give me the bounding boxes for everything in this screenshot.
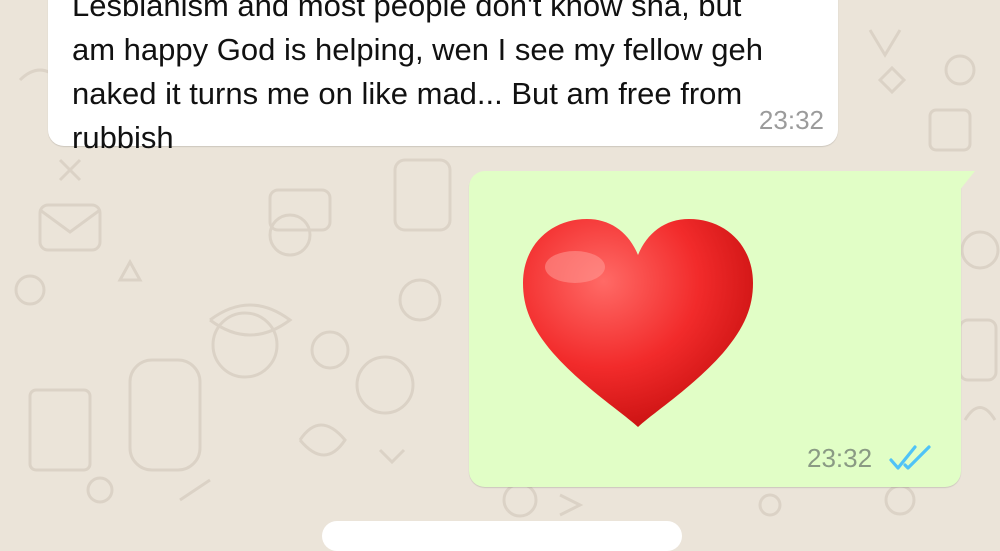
incoming-message-time: 23:32 <box>758 105 824 135</box>
double-check-read-icon <box>889 445 931 470</box>
incoming-message-text: Lesbianism and most people don't know sh… <box>72 0 763 155</box>
red-heart-icon <box>523 219 753 427</box>
outgoing-message-time: 23:32 <box>807 443 873 473</box>
outgoing-message-bubble[interactable]: 23:32 <box>469 171 975 487</box>
message-input-bar[interactable] <box>322 521 682 551</box>
incoming-message-bubble[interactable]: Lesbianism and most people don't know sh… <box>48 0 838 155</box>
bubble-tail-icon <box>959 171 975 191</box>
